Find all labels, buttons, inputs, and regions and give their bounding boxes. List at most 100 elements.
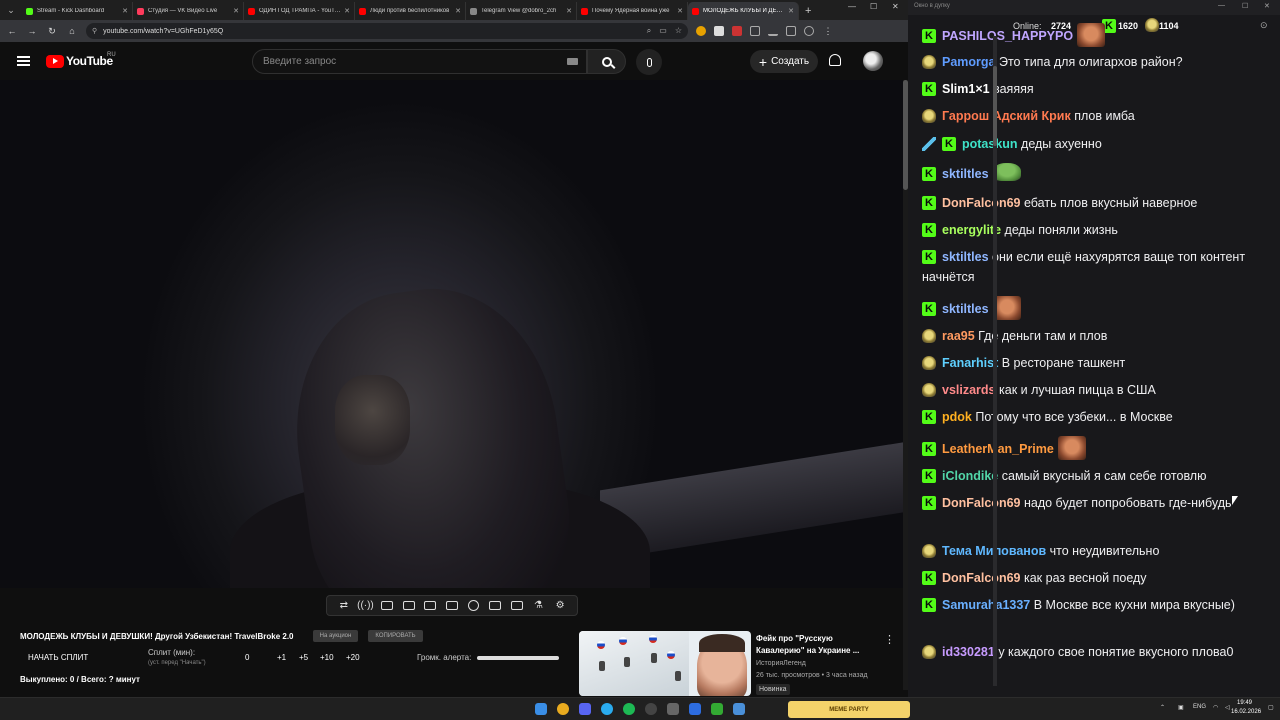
- chat-username[interactable]: sktiltles: [942, 167, 989, 181]
- start-windows-icon[interactable]: [535, 703, 547, 715]
- browser-tab[interactable]: Telegram View @dobro_2ch ✕: [466, 2, 577, 20]
- menu-kebab-icon[interactable]: ⋮: [822, 26, 834, 37]
- chat-username[interactable]: id330281: [942, 645, 995, 659]
- chat-username[interactable]: raa95: [942, 329, 975, 343]
- more-options-icon[interactable]: ⋮: [884, 633, 895, 646]
- chat-username[interactable]: Fanarhist: [942, 356, 998, 370]
- create-button[interactable]: + Создать: [750, 50, 818, 73]
- extension-icon[interactable]: [732, 26, 742, 36]
- new-tab-button[interactable]: +: [799, 2, 817, 20]
- chat-username[interactable]: pdok: [942, 410, 972, 424]
- split-add-1-button[interactable]: +1: [277, 653, 286, 662]
- notifications-icon[interactable]: ▢: [1268, 704, 1274, 711]
- pip-icon[interactable]: [424, 600, 437, 611]
- add-clip-icon[interactable]: [489, 600, 502, 611]
- telegram-icon[interactable]: [601, 703, 613, 715]
- tab-close-icon[interactable]: ✕: [455, 7, 461, 15]
- home-icon[interactable]: ⌂: [66, 26, 78, 36]
- tab-close-icon[interactable]: ✕: [344, 7, 350, 15]
- film-strip-icon[interactable]: [445, 600, 458, 611]
- minimize-icon[interactable]: —: [1218, 2, 1225, 9]
- sidebar-icon[interactable]: [786, 26, 796, 36]
- tray-chevron-icon[interactable]: ⌃: [1160, 704, 1165, 711]
- avatar[interactable]: [863, 51, 883, 71]
- media-player-icon[interactable]: [689, 703, 701, 715]
- site-info-icon[interactable]: ⚲: [92, 27, 97, 35]
- address-bar[interactable]: ⚲ youtube.com/watch?v=UGhFeD1y65Q ⌕ ▭ ☆: [86, 23, 688, 39]
- browser-tab[interactable]: МОЛОДЕЖЬ КЛУБЫ И ДЕВУШ ✕: [688, 2, 799, 20]
- chrome-icon[interactable]: [557, 703, 569, 715]
- split-add-5-button[interactable]: +5: [299, 653, 308, 662]
- tab-close-icon[interactable]: ✕: [677, 7, 683, 15]
- flask-icon[interactable]: ⚗: [532, 600, 545, 611]
- broadcast-icon[interactable]: ((·)): [357, 600, 374, 611]
- app-icon[interactable]: [711, 703, 723, 715]
- extension-icon[interactable]: [714, 26, 724, 36]
- speed-gauge-icon[interactable]: [467, 600, 480, 611]
- loop-icon[interactable]: ⇄: [337, 600, 350, 611]
- tab-close-icon[interactable]: ✕: [566, 7, 572, 15]
- tab-close-icon[interactable]: ✕: [233, 7, 239, 15]
- cast-icon[interactable]: ▭: [659, 26, 667, 36]
- browser-tab[interactable]: Студия — VK Видео Live ✕: [133, 2, 244, 20]
- wifi-icon[interactable]: ◠: [1213, 704, 1218, 711]
- chat-username[interactable]: Samuraha1337: [942, 598, 1030, 612]
- chat-username[interactable]: sktiltles: [942, 250, 989, 264]
- maximize-icon[interactable]: ☐: [870, 2, 877, 11]
- video-player[interactable]: [0, 80, 903, 588]
- split-add-20-button[interactable]: +20: [346, 653, 360, 662]
- start-split-button[interactable]: НАЧАТЬ СПЛИТ: [28, 653, 88, 662]
- clock-time[interactable]: 19:49: [1237, 700, 1252, 706]
- extensions-puzzle-icon[interactable]: [750, 26, 760, 36]
- chat-username[interactable]: DonFalcon69: [942, 571, 1021, 585]
- chat-username[interactable]: DonFalcon69: [942, 496, 1021, 510]
- volume-icon[interactable]: ◁: [1225, 704, 1230, 711]
- tab-close-icon[interactable]: ✕: [788, 7, 794, 15]
- chat-scrollbar[interactable]: [993, 36, 997, 686]
- language-indicator[interactable]: ENG: [1193, 704, 1206, 710]
- chat-username[interactable]: Slim1×1: [942, 82, 990, 96]
- profile-icon[interactable]: [804, 26, 814, 36]
- chat-username[interactable]: Гаррош Адский Крик: [942, 109, 1071, 123]
- chat-username[interactable]: vslizards: [942, 383, 996, 397]
- screen-eye-icon[interactable]: [381, 600, 394, 611]
- copy-button[interactable]: КОПИРОВАТЬ: [368, 630, 423, 642]
- close-window-icon[interactable]: ✕: [892, 2, 899, 11]
- search-button[interactable]: [587, 49, 626, 74]
- chat-username[interactable]: iClondike: [942, 469, 998, 483]
- chat-username[interactable]: potaskun: [962, 137, 1018, 151]
- clock-date[interactable]: 16.02.2026: [1231, 709, 1261, 715]
- app-icon[interactable]: [667, 703, 679, 715]
- tray-app-icon[interactable]: ▣: [1178, 704, 1184, 711]
- scrollbar-thumb[interactable]: [993, 66, 997, 146]
- recommended-channel[interactable]: ИсторияЛегенд: [756, 660, 806, 667]
- settings-gear-icon[interactable]: ⚙: [554, 600, 567, 611]
- reload-icon[interactable]: ↻: [46, 26, 58, 37]
- browser-tab[interactable]: Stream - Kick Dashboard ✕: [22, 2, 133, 20]
- chat-username[interactable]: sktiltles: [942, 302, 989, 316]
- chat-username[interactable]: PASHILOS_HAPPYPO: [942, 29, 1073, 43]
- maximize-icon[interactable]: ☐: [1242, 2, 1248, 10]
- voice-search-button[interactable]: [636, 49, 662, 75]
- youtube-logo[interactable]: YouTube: [46, 54, 113, 68]
- alert-volume-slider[interactable]: [477, 656, 559, 660]
- tab-close-icon[interactable]: ✕: [122, 7, 128, 15]
- notifications-bell-icon[interactable]: [829, 54, 841, 66]
- tab-search-icon[interactable]: ⌄: [0, 0, 22, 20]
- auction-button[interactable]: На аукцион: [313, 630, 358, 642]
- obs-icon[interactable]: [645, 703, 657, 715]
- back-icon[interactable]: ←: [6, 26, 18, 36]
- spotify-icon[interactable]: [623, 703, 635, 715]
- browser-tab[interactable]: Почему Ядерная война уже ✕: [577, 2, 688, 20]
- keyboard-icon[interactable]: [567, 58, 578, 65]
- recommended-title[interactable]: Фейк про "Русскую Кавалерию" на Украине …: [756, 633, 876, 657]
- split-add-10-button[interactable]: +10: [320, 653, 334, 662]
- search-input[interactable]: Введите запрос: [252, 49, 587, 74]
- zoom-icon[interactable]: ⌕: [647, 26, 651, 36]
- recommended-thumbnail[interactable]: [579, 631, 751, 696]
- clapper-icon[interactable]: [402, 600, 415, 611]
- screenshot-camera-icon[interactable]: [510, 600, 523, 611]
- downloads-icon[interactable]: [768, 26, 778, 36]
- app-icon[interactable]: [733, 703, 745, 715]
- chat-username[interactable]: DonFalcon69: [942, 196, 1021, 210]
